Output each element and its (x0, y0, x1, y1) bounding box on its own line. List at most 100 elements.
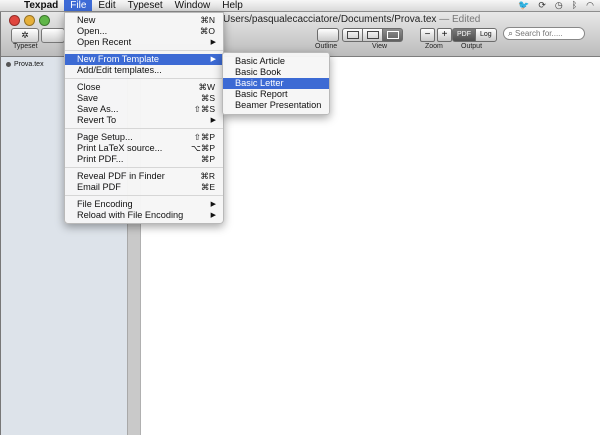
close-window-button[interactable] (9, 15, 20, 26)
search-input[interactable] (513, 29, 584, 38)
zoom-in-button[interactable]: + (437, 28, 452, 42)
wifi-icon[interactable]: ◠ (586, 0, 594, 11)
view-split-button[interactable] (362, 28, 383, 42)
shortcut-label: ⇧⌘S (193, 104, 215, 114)
menu-item-label: New From Template (77, 54, 160, 64)
menu-help[interactable]: Help (216, 0, 249, 11)
menu-window[interactable]: Window (169, 0, 217, 11)
zoom-control: − + (420, 28, 454, 42)
menu-item-reveal-pdf[interactable]: Reveal PDF in Finder ⌘R (65, 171, 223, 182)
typeset-button[interactable]: ✲ (11, 28, 39, 43)
status-tray: 🐦 ⟳ ◷ ᛒ ◠ (518, 0, 594, 11)
file-menu: New ⌘N Open... ⌘O Open Recent ▶ New From Te… (64, 12, 224, 224)
menu-item-label: Close (77, 82, 101, 92)
menu-item-label: Save (77, 93, 98, 103)
menu-item-reload-with-encoding[interactable]: Reload with File Encoding ▶ (65, 210, 223, 221)
typeset-label: Typeset (13, 43, 38, 50)
output-segmented-control: PDF Log (452, 28, 497, 42)
template-basic-book[interactable]: Basic Book (223, 67, 329, 78)
split-view-icon (366, 31, 379, 39)
twitter-icon[interactable]: 🐦 (518, 0, 529, 11)
zoom-window-button[interactable] (39, 15, 50, 26)
menu-separator (65, 128, 223, 129)
menu-item-file-encoding[interactable]: File Encoding ▶ (65, 199, 223, 210)
template-basic-article[interactable]: Basic Article (223, 56, 329, 67)
submenu-arrow-icon: ▶ (210, 117, 216, 124)
source-view-icon (346, 31, 359, 39)
window-title-edited: — Edited (439, 14, 481, 25)
menu-texpad[interactable]: Texpad (18, 0, 64, 11)
shortcut-label: ⌘O (199, 26, 215, 36)
menu-item-print-pdf[interactable]: Print PDF... ⌘P (65, 154, 223, 165)
typeset-options-button[interactable] (41, 28, 65, 43)
minimize-window-button[interactable] (24, 15, 35, 26)
window-title-path: Users/pasqualecacciatore/Documents/Prova… (223, 14, 437, 25)
submenu-arrow-icon: ▶ (210, 212, 216, 219)
menu-file[interactable]: File (64, 0, 93, 11)
menu-item-label: File Encoding (77, 199, 133, 209)
menu-item-label: Page Setup... (77, 132, 133, 142)
sync-icon[interactable]: ⟳ (538, 0, 546, 11)
window-controls (9, 15, 50, 26)
menu-separator (65, 50, 223, 51)
menu-item-label: Add/Edit templates... (77, 65, 162, 75)
menu-item-label: Open Recent (77, 37, 132, 47)
menu-item-label: Reveal PDF in Finder (77, 171, 165, 181)
menu-item-print-latex-source[interactable]: Print LaTeX source... ⌥⌘P (65, 143, 223, 154)
menu-item-label: New (77, 15, 96, 25)
bluetooth-icon[interactable]: ᛒ (572, 0, 577, 11)
menu-item-label: Email PDF (77, 182, 121, 192)
menu-item-label: Save As... (77, 104, 119, 114)
output-label: Output (461, 43, 483, 50)
zoom-out-button[interactable]: − (420, 28, 435, 42)
view-label: View (372, 43, 388, 50)
menu-edit[interactable]: Edit (92, 0, 121, 11)
menu-item-label: Revert To (77, 115, 117, 125)
template-beamer-presentation[interactable]: Beamer Presentation (223, 100, 329, 111)
view-pdf-button[interactable] (382, 28, 403, 42)
menu-item-save[interactable]: Save ⌘S (65, 93, 223, 104)
menu-item-open-recent[interactable]: Open Recent ▶ (65, 37, 223, 48)
menu-item-save-as[interactable]: Save As... ⇧⌘S (65, 104, 223, 115)
menu-item-email-pdf[interactable]: Email PDF ⌘E (65, 182, 223, 193)
menu-bar: Texpad File Edit Typeset Window Help 🐦 ⟳… (0, 0, 600, 12)
menu-item-page-setup[interactable]: Page Setup... ⇧⌘P (65, 132, 223, 143)
output-pdf-button[interactable]: PDF (452, 28, 476, 42)
submenu-arrow-icon: ▶ (210, 56, 216, 63)
menu-item-label: Print PDF... (77, 154, 124, 164)
submenu-arrow-icon: ▶ (210, 201, 216, 208)
template-basic-report[interactable]: Basic Report (223, 89, 329, 100)
shortcut-label: ⌘W (198, 82, 215, 92)
sidebar-file-name: Prova.tex (14, 61, 44, 68)
view-segmented-control (342, 28, 403, 42)
view-source-button[interactable] (342, 28, 363, 42)
shortcut-label: ⇧⌘P (193, 132, 215, 142)
zoom-label: Zoom (425, 43, 443, 50)
template-basic-letter[interactable]: Basic Letter (223, 78, 329, 89)
menu-item-add-edit-templates[interactable]: Add/Edit templates... (65, 65, 223, 76)
shortcut-label: ⌘P (200, 154, 215, 164)
outline-button[interactable] (317, 28, 339, 42)
shortcut-label: ⌘S (200, 93, 215, 103)
file-dot-icon (6, 62, 11, 67)
menu-item-new-from-template[interactable]: New From Template ▶ (65, 54, 223, 65)
menu-item-close[interactable]: Close ⌘W (65, 82, 223, 93)
gear-icon: ✲ (21, 30, 29, 40)
menu-separator (65, 167, 223, 168)
menu-item-label: Reload with File Encoding (77, 210, 184, 220)
template-submenu: Basic Article Basic Book Basic Letter Ba… (222, 52, 330, 115)
menu-separator (65, 78, 223, 79)
shortcut-label: ⌘N (200, 15, 215, 25)
menu-item-new[interactable]: New ⌘N (65, 15, 223, 26)
menu-separator (65, 195, 223, 196)
sidebar-file-item[interactable]: Prova.tex (6, 61, 44, 68)
menu-item-open[interactable]: Open... ⌘O (65, 26, 223, 37)
menu-item-label: Open... (77, 26, 108, 36)
menu-typeset[interactable]: Typeset (122, 0, 169, 11)
submenu-arrow-icon: ▶ (210, 39, 216, 46)
clock-icon[interactable]: ◷ (555, 0, 563, 11)
menu-item-revert-to[interactable]: Revert To ▶ (65, 115, 223, 126)
output-log-button[interactable]: Log (475, 28, 497, 42)
pdf-view-icon (386, 31, 399, 39)
window-title: Users/pasqualecacciatore/Documents/Prova… (223, 14, 480, 25)
